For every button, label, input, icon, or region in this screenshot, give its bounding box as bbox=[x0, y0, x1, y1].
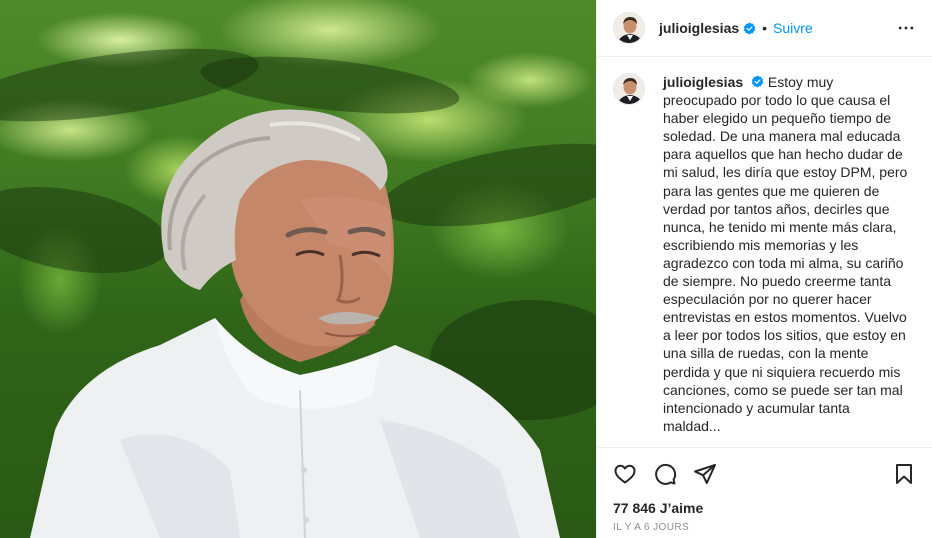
action-bar bbox=[597, 448, 932, 500]
caption-body: Estoy muy preocupado por todo lo que cau… bbox=[663, 74, 908, 434]
caption-username[interactable]: julioiglesias bbox=[663, 74, 743, 90]
likes-count[interactable]: 77 846 J’aime bbox=[597, 500, 932, 516]
username-link[interactable]: julioiglesias bbox=[659, 20, 739, 36]
comment-icon[interactable] bbox=[653, 462, 677, 486]
separator-dot: • bbox=[762, 20, 768, 36]
post-header: julioiglesias • Suivre bbox=[597, 0, 932, 57]
man-portrait bbox=[30, 109, 560, 538]
paper-plane-icon[interactable] bbox=[693, 462, 717, 486]
caption-avatar[interactable] bbox=[613, 73, 645, 105]
avatar-image bbox=[614, 74, 644, 104]
follow-button[interactable]: Suivre bbox=[773, 20, 813, 36]
more-options-icon[interactable] bbox=[896, 18, 916, 38]
post-sidebar: julioiglesias • Suivre julioiglesias Est… bbox=[596, 0, 932, 538]
caption-block: julioiglesias Estoy muy preocupado por t… bbox=[597, 57, 932, 447]
actions-area: 77 846 J’aime IL Y A 6 JOURS bbox=[597, 447, 932, 538]
avatar-image bbox=[614, 13, 644, 43]
post-photo[interactable] bbox=[0, 0, 596, 538]
instagram-post: julioiglesias • Suivre julioiglesias Est… bbox=[0, 0, 932, 538]
caption-text: julioiglesias Estoy muy preocupado por t… bbox=[663, 73, 911, 447]
heart-icon[interactable] bbox=[613, 462, 637, 486]
verified-badge-icon bbox=[751, 75, 764, 88]
bookmark-icon[interactable] bbox=[892, 462, 916, 486]
verified-badge-icon bbox=[743, 22, 756, 35]
post-timestamp[interactable]: IL Y A 6 JOURS bbox=[597, 522, 932, 533]
avatar[interactable] bbox=[613, 12, 645, 44]
